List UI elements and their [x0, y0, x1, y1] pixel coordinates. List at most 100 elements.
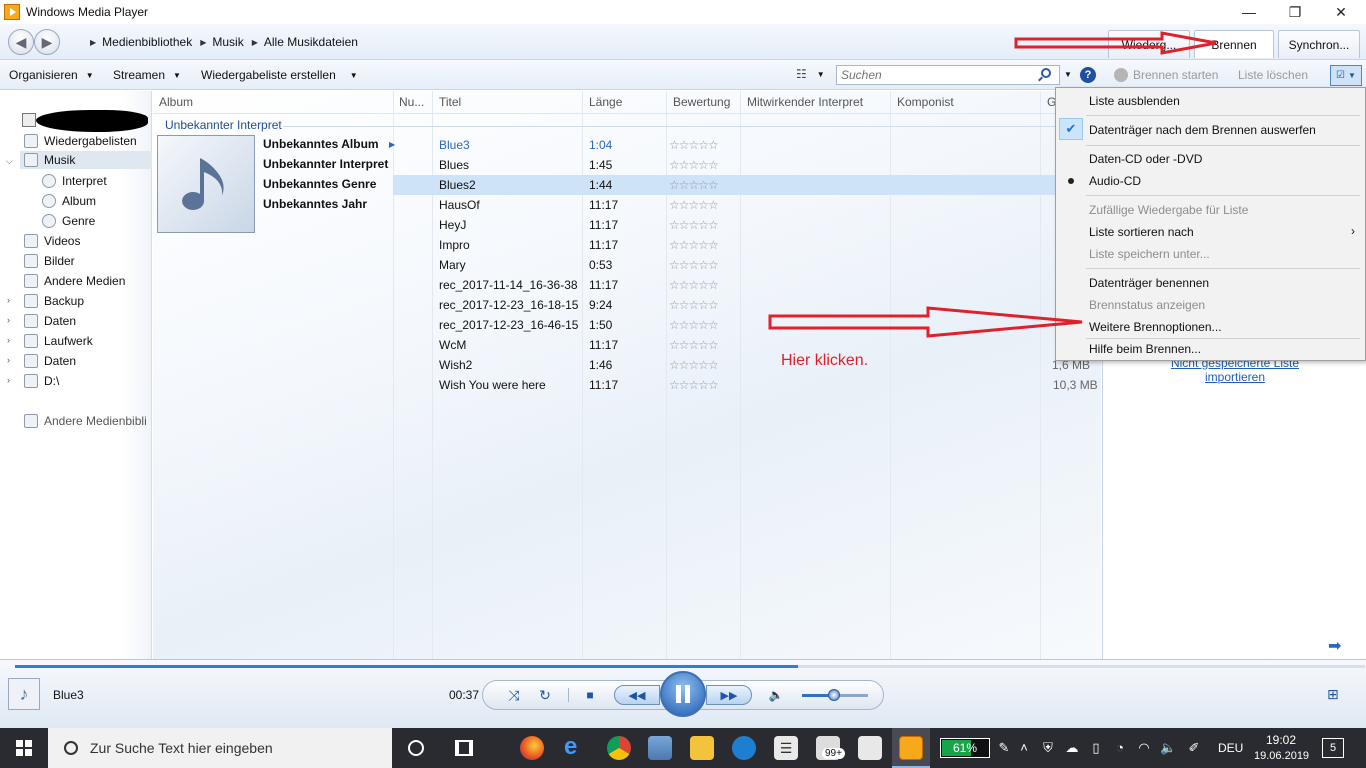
album-art[interactable] — [157, 135, 255, 233]
volume-slider-handle[interactable] — [828, 689, 840, 701]
table-row[interactable]: Impro 11:17 ☆☆☆☆☆ — [393, 235, 1101, 255]
previous-track-button[interactable]: ◀◀ — [614, 685, 660, 705]
sidebar-item-data-2[interactable]: Daten — [24, 352, 76, 370]
column-header-composer[interactable]: Komponist — [897, 95, 954, 109]
shuffle-icon[interactable]: ⤨ — [504, 686, 524, 704]
table-row[interactable]: Blues 1:45 ☆☆☆☆☆ — [393, 155, 1101, 175]
rating-stars[interactable]: ☆☆☆☆☆ — [669, 378, 719, 392]
burn-options-button[interactable]: ☑ ▼ — [1330, 65, 1362, 86]
clear-list-button[interactable]: Liste löschen — [1238, 68, 1308, 82]
rating-stars[interactable]: ☆☆☆☆☆ — [669, 238, 719, 252]
column-header-rating[interactable]: Bewertung — [673, 95, 730, 109]
input-language[interactable]: DEU — [1218, 741, 1243, 755]
rating-stars[interactable]: ☆☆☆☆☆ — [669, 358, 719, 372]
minimize-button[interactable]: — — [1226, 0, 1272, 24]
close-button[interactable]: ✕ — [1318, 0, 1364, 24]
menu-item-shuffle[interactable]: Zufällige Wiedergabe für Liste — [1089, 203, 1248, 217]
rating-stars[interactable]: ☆☆☆☆☆ — [669, 138, 719, 152]
menu-item-audio-cd[interactable]: Audio-CD — [1089, 174, 1141, 188]
action-center-icon[interactable]: 5 — [1322, 738, 1344, 758]
network-icon[interactable]: ◔ — [1112, 740, 1128, 756]
document-app-icon[interactable]: ☰ — [774, 736, 798, 760]
restore-button[interactable]: ❐ — [1272, 0, 1318, 24]
forward-button[interactable]: ▶ — [34, 29, 60, 55]
store-icon[interactable] — [858, 736, 882, 760]
column-header-title[interactable]: Titel — [439, 95, 461, 109]
sidebar-item-other-libraries[interactable]: Andere Medienbibli — [24, 412, 152, 430]
back-button[interactable]: ◀ — [8, 29, 34, 55]
menu-item-eject-after-burn[interactable]: Datenträger nach dem Brennen auswerfen — [1089, 123, 1316, 137]
column-header-album[interactable]: Album — [159, 95, 193, 109]
table-row[interactable]: Mary 0:53 ☆☆☆☆☆ — [393, 255, 1101, 275]
clock-date[interactable]: 19.06.2019 — [1254, 750, 1309, 762]
sidebar-item-backup[interactable]: Backup — [24, 292, 84, 310]
volume-icon[interactable]: 🔈 — [766, 686, 786, 704]
table-row[interactable]: HausOf 11:17 ☆☆☆☆☆ — [393, 195, 1101, 215]
taskbar-search[interactable]: Zur Suche Text hier eingeben — [48, 728, 392, 768]
seek-bar[interactable] — [15, 665, 1365, 668]
show-hidden-icons-icon[interactable]: ˄ — [1016, 740, 1032, 756]
edge-icon[interactable]: e — [564, 735, 588, 760]
sidebar-item-other-media[interactable]: Andere Medien — [24, 272, 125, 290]
expand-arrow-icon[interactable]: › — [7, 335, 10, 345]
expand-arrow-icon[interactable]: › — [7, 375, 10, 385]
breadcrumb-library[interactable]: Medienbibliothek — [102, 35, 192, 49]
breadcrumb-music[interactable]: Musik — [212, 35, 243, 49]
cortana-icon[interactable] — [408, 740, 424, 756]
menu-item-sort-by[interactable]: Liste sortieren nach — [1089, 225, 1194, 239]
search-input[interactable] — [836, 65, 1060, 85]
computer-icon[interactable] — [648, 736, 672, 760]
rating-stars[interactable]: ☆☆☆☆☆ — [669, 278, 719, 292]
menu-item-more-burn-options[interactable]: Weitere Brennoptionen... — [1089, 320, 1222, 334]
wifi-icon[interactable]: ◠ — [1136, 740, 1152, 756]
task-view-icon[interactable] — [455, 740, 473, 756]
column-header-contributing-artist[interactable]: Mitwirkender Interpret — [747, 95, 863, 109]
sidebar-item-playlists[interactable]: Wiedergabelisten — [24, 132, 137, 150]
sidebar-item-videos[interactable]: Videos — [24, 232, 80, 250]
firefox-icon[interactable] — [520, 736, 544, 760]
rating-stars[interactable]: ☆☆☆☆☆ — [669, 298, 719, 312]
organize-menu[interactable]: Organisieren ▼ — [9, 68, 94, 82]
album-name[interactable]: Unbekanntes Album — [263, 137, 379, 151]
menu-item-burn-status[interactable]: Brennstatus anzeigen — [1089, 298, 1205, 312]
clock-time[interactable]: 19:02 — [1266, 733, 1296, 747]
menu-item-save-list-as[interactable]: Liste speichern unter... — [1089, 247, 1210, 261]
switch-to-now-playing-icon[interactable]: ⊞ — [1327, 686, 1339, 703]
rating-stars[interactable]: ☆☆☆☆☆ — [669, 258, 719, 272]
search-dropdown-arrow-icon[interactable]: ▼ — [1064, 70, 1072, 79]
table-row[interactable]: Blue3 1:04 ☆☆☆☆☆ — [393, 135, 1101, 155]
rating-stars[interactable]: ☆☆☆☆☆ — [669, 178, 719, 192]
view-options-button[interactable]: ☷ ▼ — [796, 67, 825, 81]
stream-menu[interactable]: Streamen ▼ — [113, 68, 181, 82]
sidebar-item-drive-d[interactable]: D:\ — [24, 372, 59, 390]
help-icon[interactable]: ? — [1080, 67, 1096, 83]
table-row[interactable]: Blues2 1:44 ☆☆☆☆☆ — [393, 175, 1101, 195]
chrome-icon[interactable] — [607, 736, 631, 760]
expand-arrow-icon[interactable]: › — [7, 315, 10, 325]
rating-stars[interactable]: ☆☆☆☆☆ — [669, 338, 719, 352]
table-row[interactable]: Wish2 1:46 ☆☆☆☆☆ — [393, 355, 1101, 375]
rating-stars[interactable]: ☆☆☆☆☆ — [669, 318, 719, 332]
next-track-button[interactable]: ▶▶ — [706, 685, 752, 705]
table-row[interactable]: HeyJ 11:17 ☆☆☆☆☆ — [393, 215, 1101, 235]
defender-shield-icon[interactable]: ⛨ — [1040, 740, 1056, 756]
sidebar-item-drive[interactable]: Laufwerk — [24, 332, 93, 350]
sidebar-item-album[interactable]: Album — [42, 192, 96, 210]
sidebar-item-pictures[interactable]: Bilder — [24, 252, 75, 270]
pause-button[interactable] — [660, 671, 706, 717]
ink-workspace-icon[interactable]: ✐ — [1186, 740, 1202, 756]
pen-icon[interactable]: ✎ — [996, 740, 1012, 756]
breadcrumb-all-music[interactable]: Alle Musikdateien — [264, 35, 358, 49]
rating-stars[interactable]: ☆☆☆☆☆ — [669, 198, 719, 212]
burn-list-forward-arrow-icon[interactable]: ➡ — [1328, 636, 1341, 656]
now-playing-art[interactable]: ♪ — [8, 678, 40, 710]
repeat-icon[interactable]: ↻ — [535, 686, 555, 704]
search-icon[interactable] — [1041, 68, 1051, 78]
weather-app-icon[interactable] — [732, 736, 756, 760]
expand-arrow-icon[interactable]: › — [7, 355, 10, 365]
sidebar-item-artist[interactable]: Interpret — [42, 172, 107, 190]
expand-arrow-icon[interactable]: › — [7, 295, 10, 305]
column-header-number[interactable]: Nu... — [399, 95, 424, 109]
menu-item-burn-help[interactable]: Hilfe beim Brennen... — [1089, 342, 1201, 356]
start-burn-button[interactable]: Brennen starten — [1114, 68, 1218, 82]
